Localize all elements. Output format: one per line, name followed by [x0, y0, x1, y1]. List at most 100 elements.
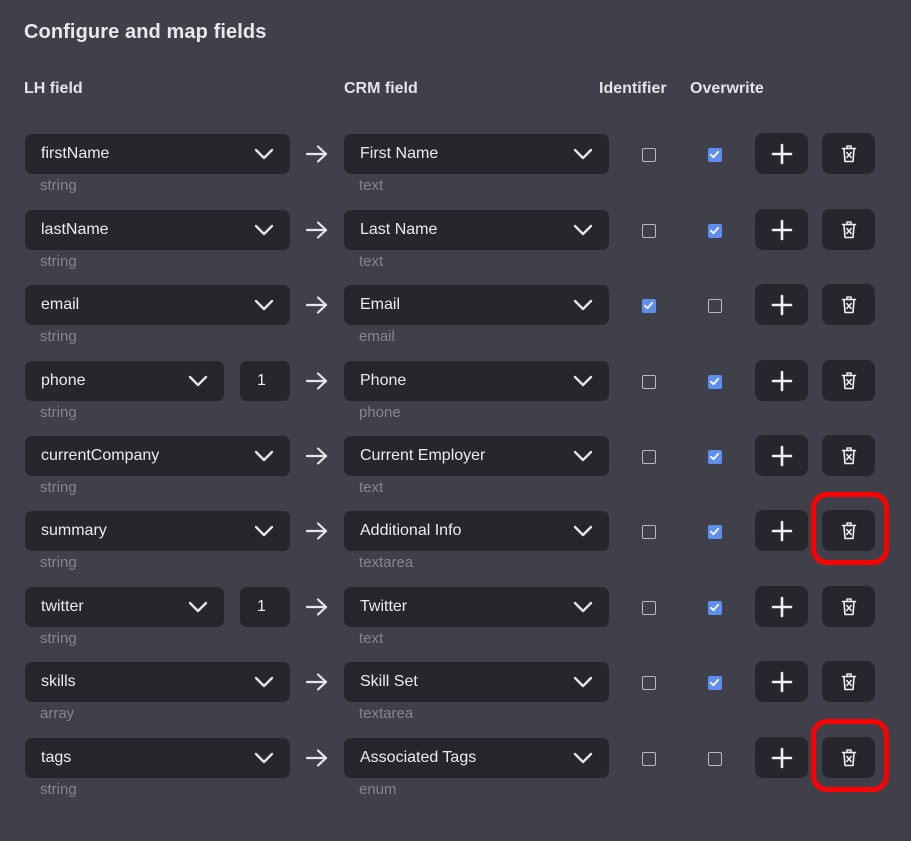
- header-identifier: Identifier: [599, 80, 667, 97]
- identifier-checkbox[interactable]: [642, 676, 656, 690]
- add-mapping-button[interactable]: [755, 435, 808, 476]
- crm-field-select[interactable]: Associated Tags: [344, 738, 609, 778]
- arrow-right-icon: [305, 446, 329, 466]
- lh-field-type: string: [40, 554, 77, 571]
- overwrite-checkbox[interactable]: [708, 299, 722, 313]
- identifier-checkbox[interactable]: [642, 224, 656, 238]
- identifier-checkbox[interactable]: [642, 525, 656, 539]
- lh-field-type: string: [40, 404, 77, 421]
- crm-field-type: text: [359, 630, 384, 647]
- lh-field-select[interactable]: lastName: [25, 210, 290, 250]
- crm-field-value: Last Name: [360, 221, 438, 238]
- lh-field-value: phone: [41, 372, 86, 389]
- crm-field-select[interactable]: Current Employer: [344, 436, 609, 476]
- lh-field-select[interactable]: email: [25, 285, 290, 325]
- crm-field-select[interactable]: Last Name: [344, 210, 609, 250]
- trash-icon: [841, 371, 857, 390]
- chevron-down-icon: [573, 524, 593, 538]
- identifier-checkbox[interactable]: [642, 375, 656, 389]
- chevron-down-icon: [254, 675, 274, 689]
- arrow-right-icon: [305, 521, 329, 541]
- lh-field-value: tags: [41, 749, 72, 766]
- mapping-row: tags string Associated Tags enum: [0, 719, 911, 813]
- identifier-checkbox[interactable]: [642, 601, 656, 615]
- delete-mapping-button[interactable]: [822, 133, 875, 174]
- trash-icon: [841, 446, 857, 465]
- crm-field-value: Current Employer: [360, 447, 486, 464]
- crm-field-select[interactable]: First Name: [344, 134, 609, 174]
- delete-mapping-button[interactable]: [822, 661, 875, 702]
- overwrite-checkbox[interactable]: [708, 752, 722, 766]
- chevron-down-icon: [573, 751, 593, 765]
- chevron-down-icon: [573, 600, 593, 614]
- arrow-right-icon: [305, 295, 329, 315]
- add-mapping-button[interactable]: [755, 209, 808, 250]
- lh-field-value: skills: [41, 673, 76, 690]
- crm-field-select[interactable]: Twitter: [344, 587, 609, 627]
- overwrite-checkbox[interactable]: [708, 224, 722, 238]
- overwrite-checkbox[interactable]: [708, 676, 722, 690]
- lh-field-select[interactable]: currentCompany: [25, 436, 290, 476]
- lh-field-type: string: [40, 781, 77, 798]
- add-mapping-button[interactable]: [755, 661, 808, 702]
- plus-icon: [771, 445, 793, 467]
- identifier-checkbox[interactable]: [642, 148, 656, 162]
- add-mapping-button[interactable]: [755, 360, 808, 401]
- lh-field-select[interactable]: summary: [25, 511, 290, 551]
- mapping-row: lastName string Last Name text: [0, 209, 911, 285]
- add-mapping-button[interactable]: [755, 510, 808, 551]
- plus-icon: [771, 143, 793, 165]
- lh-field-select[interactable]: twitter: [25, 587, 224, 627]
- lh-field-select[interactable]: phone: [25, 361, 224, 401]
- crm-field-select[interactable]: Additional Info: [344, 511, 609, 551]
- crm-field-value: Phone: [360, 372, 407, 389]
- delete-mapping-button[interactable]: [822, 284, 875, 325]
- delete-mapping-button[interactable]: [822, 360, 875, 401]
- lh-field-index-input[interactable]: 1: [240, 587, 290, 627]
- crm-field-value: Additional Info: [360, 522, 462, 539]
- overwrite-checkbox[interactable]: [708, 601, 722, 615]
- highlight-outline: [811, 492, 889, 565]
- overwrite-checkbox[interactable]: [708, 450, 722, 464]
- chevron-down-icon: [573, 147, 593, 161]
- plus-icon: [771, 294, 793, 316]
- lh-field-select[interactable]: firstName: [25, 134, 290, 174]
- lh-field-value: email: [41, 296, 80, 313]
- lh-field-type: string: [40, 177, 77, 194]
- overwrite-checkbox[interactable]: [708, 375, 722, 389]
- crm-field-select[interactable]: Email: [344, 285, 609, 325]
- overwrite-checkbox[interactable]: [708, 148, 722, 162]
- crm-field-select[interactable]: Phone: [344, 361, 609, 401]
- lh-field-select[interactable]: tags: [25, 738, 290, 778]
- plus-icon: [771, 747, 793, 769]
- plus-icon: [771, 219, 793, 241]
- crm-field-value: Skill Set: [360, 673, 418, 690]
- add-mapping-button[interactable]: [755, 737, 808, 778]
- lh-field-select[interactable]: skills: [25, 662, 290, 702]
- lh-field-type: string: [40, 328, 77, 345]
- mapping-row: currentCompany string Current Employer text: [0, 435, 911, 511]
- identifier-checkbox[interactable]: [642, 752, 656, 766]
- overwrite-checkbox[interactable]: [708, 525, 722, 539]
- lh-field-index-value: 1: [257, 372, 266, 389]
- identifier-checkbox[interactable]: [642, 450, 656, 464]
- arrow-right-icon: [305, 672, 329, 692]
- lh-field-index-input[interactable]: 1: [240, 361, 290, 401]
- identifier-checkbox[interactable]: [642, 299, 656, 313]
- lh-field-type: string: [40, 479, 77, 496]
- mapping-row: skills array Skill Set textarea: [0, 661, 911, 737]
- lh-field-value: summary: [41, 522, 107, 539]
- mapping-row: summary string Additional Info textarea: [0, 492, 911, 586]
- delete-mapping-button[interactable]: [822, 586, 875, 627]
- add-mapping-button[interactable]: [755, 284, 808, 325]
- plus-icon: [771, 520, 793, 542]
- crm-field-select[interactable]: Skill Set: [344, 662, 609, 702]
- mapping-row: phone 1 string Phone phone: [0, 360, 911, 436]
- lh-field-index-value: 1: [257, 598, 266, 615]
- delete-mapping-button[interactable]: [822, 209, 875, 250]
- add-mapping-button[interactable]: [755, 586, 808, 627]
- delete-mapping-button[interactable]: [822, 435, 875, 476]
- add-mapping-button[interactable]: [755, 133, 808, 174]
- lh-field-value: twitter: [41, 598, 84, 615]
- chevron-down-icon: [254, 147, 274, 161]
